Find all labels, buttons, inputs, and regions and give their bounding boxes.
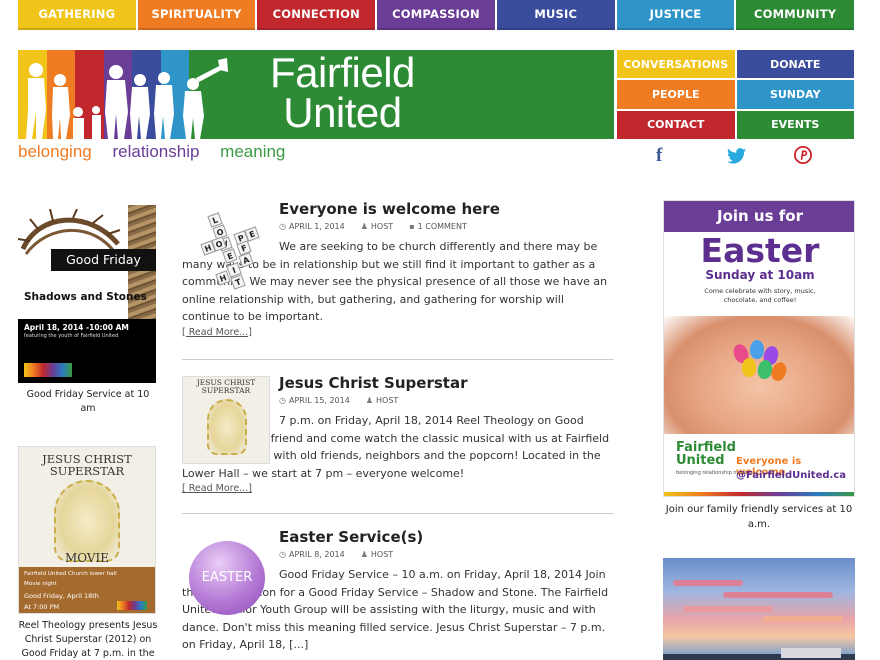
pinterest-icon[interactable] — [794, 146, 812, 164]
clock-icon: ◷ — [279, 222, 286, 231]
header-button-grid: CONVERSATIONS DONATE PEOPLE SUNDAY CONTA… — [617, 50, 854, 139]
tagline-meaning: meaning — [220, 142, 286, 161]
post-comments[interactable]: ▪ 1 COMMENT — [409, 220, 467, 234]
hands-with-eggs-image — [664, 316, 854, 434]
jcs-title-line-2: SUPERSTAR — [49, 464, 125, 478]
good-friday-caption: Good Friday Service at 10 am — [26, 389, 150, 414]
post-item: JESUS CHRIST SUPERSTAR Jesus Christ Supe… — [182, 372, 614, 514]
post-item: L O V E H O P E F A I T H Everyone is we… — [182, 198, 614, 360]
post-author[interactable]: ♟ HOST — [366, 394, 398, 408]
website-url-text: @FairfieldUnited.ca — [736, 470, 846, 481]
easter-thumbnail[interactable]: EASTER — [182, 530, 270, 618]
tagline-belonging: belonging — [18, 142, 92, 161]
post-author[interactable]: ♟ HOST — [361, 548, 393, 562]
easter-poster-description: Come celebrate with story, music, chocol… — [704, 287, 816, 304]
easter-egg-icon — [742, 358, 756, 377]
houses — [781, 648, 841, 658]
tagline-relationship: relationship — [112, 142, 200, 161]
user-icon: ♟ — [360, 550, 368, 559]
right-sidebar: Join us for Easter Sunday at 10am Come c… — [663, 200, 855, 660]
site-logo-text: Fairfield United — [270, 50, 415, 136]
post-date: ◷ APRIL 15, 2014 — [279, 396, 350, 405]
easter-poster-time: Sunday at 10am — [705, 268, 815, 282]
twitter-icon[interactable] — [727, 148, 746, 164]
fairfield-logo-badge — [24, 363, 72, 377]
jcs-info-band: Fairfield United Church lower hall Movie… — [19, 567, 155, 613]
jcs-band-line: Movie night — [24, 581, 57, 587]
easter-egg-icon — [750, 340, 764, 359]
cloud — [723, 592, 833, 598]
good-friday-label: Good Friday — [51, 249, 156, 271]
cloud — [673, 580, 743, 586]
easter-poster[interactable]: Join us for Easter Sunday at 10am Come c… — [663, 200, 855, 497]
contact-button[interactable]: CONTACT — [617, 110, 735, 139]
easter-poster-title: Easter — [700, 231, 820, 270]
jcs-caption: Reel Theology presents Jesus Christ Supe… — [18, 620, 158, 659]
post-meta: ◷ APRIL 15, 2014 ♟ HOST — [279, 394, 614, 408]
cloud — [763, 616, 843, 622]
nav-connection[interactable]: CONNECTION — [257, 0, 376, 30]
nav-justice[interactable]: JUSTICE — [616, 0, 735, 30]
conversations-button[interactable]: CONVERSATIONS — [617, 50, 735, 79]
people-button[interactable]: PEOPLE — [617, 80, 735, 109]
comment-icon: ▪ — [409, 222, 415, 231]
post-date: ◷ APRIL 8, 2014 — [279, 550, 345, 559]
post-list: L O V E H O P E F A I T H Everyone is we… — [182, 198, 614, 660]
nav-spirituality[interactable]: SPIRITUALITY — [137, 0, 256, 30]
post-title[interactable]: Jesus Christ Superstar — [279, 372, 614, 394]
clock-icon: ◷ — [279, 396, 286, 405]
brand-line-2: United — [283, 89, 402, 136]
jcs-poster-title: JESUS CHRIST SUPERSTAR — [19, 453, 155, 477]
good-friday-date: April 18, 2014 -10:00 AM — [24, 323, 129, 332]
post-author[interactable]: ♟ HOST — [361, 220, 393, 234]
crown-art-icon — [207, 399, 247, 455]
events-button[interactable]: EVENTS — [736, 110, 854, 139]
facebook-icon[interactable]: f — [656, 145, 662, 167]
post-meta: ◷ APRIL 1, 2014 ♟ HOST ▪ 1 COMMENT — [279, 220, 614, 234]
post-title[interactable]: Easter Service(s) — [279, 526, 614, 548]
fairfield-logo-badge — [117, 601, 147, 610]
user-icon: ♟ — [360, 222, 368, 231]
scrabble-thumbnail[interactable]: L O V E H O P E F A I T H — [182, 202, 270, 290]
left-sidebar: Good Friday Shadows and Stones April 18,… — [18, 205, 158, 660]
post-meta: ◷ APRIL 8, 2014 ♟ HOST — [279, 548, 614, 562]
jcs-band-line: Fairfield United Church lower hall — [24, 571, 117, 577]
easter-poster-header: Join us for — [664, 201, 854, 232]
post-title[interactable]: Everyone is welcome here — [279, 198, 614, 220]
read-more-link[interactable]: [ Read More...] — [182, 483, 614, 494]
good-friday-poster[interactable]: Good Friday Shadows and Stones April 18,… — [18, 205, 156, 383]
people-silhouettes-icon — [26, 58, 228, 139]
nav-compassion[interactable]: COMPASSION — [377, 0, 495, 30]
post-date: ◷ APRIL 1, 2014 — [279, 222, 345, 231]
user-icon: ♟ — [365, 396, 373, 405]
cloud — [683, 606, 773, 612]
nav-gathering[interactable]: GATHERING — [18, 0, 136, 30]
post-item: EASTER Easter Service(s) ◷ APRIL 8, 2014 … — [182, 526, 614, 660]
top-navigation: GATHERING SPIRITUALITY CONNECTION COMPAS… — [18, 0, 855, 30]
clock-icon: ◷ — [279, 550, 286, 559]
site-banner[interactable]: Fairfield United — [18, 50, 614, 139]
nav-music[interactable]: MUSIC — [496, 0, 615, 30]
jcs-band-line: Good Friday, April 18th — [24, 592, 99, 600]
tagline: belonging relationship meaning — [18, 142, 301, 162]
good-friday-featuring: featuring the youth of Fairfield United — [24, 333, 119, 339]
jcs-movie-label: MOVIE — [64, 551, 110, 565]
jcs-thumb-title: JESUS CHRIST SUPERSTAR — [196, 378, 256, 395]
rainbow-bar — [664, 492, 854, 496]
sunset-photo[interactable] — [663, 558, 855, 660]
easter-egg-icon: EASTER — [189, 541, 265, 615]
jcs-band-line: At 7:00 PM — [24, 603, 60, 611]
jesus-christ-superstar-poster[interactable]: JESUS CHRIST SUPERSTAR MOVIE Fairfield U… — [18, 446, 156, 614]
brand-line-1: Fairfield — [270, 50, 415, 96]
donate-button[interactable]: DONATE — [736, 50, 854, 79]
nav-community[interactable]: COMMUNITY — [736, 0, 855, 30]
jcs-thumbnail[interactable]: JESUS CHRIST SUPERSTAR — [182, 376, 270, 464]
read-more-link[interactable]: [ Read More...] — [182, 327, 614, 338]
logo-line-2: United — [676, 453, 725, 468]
good-friday-subtitle: Shadows and Stones — [24, 291, 147, 303]
easter-caption: Join our family friendly services at 10 … — [665, 504, 853, 530]
crown-art-icon — [54, 480, 120, 562]
sunday-button[interactable]: SUNDAY — [736, 80, 854, 109]
